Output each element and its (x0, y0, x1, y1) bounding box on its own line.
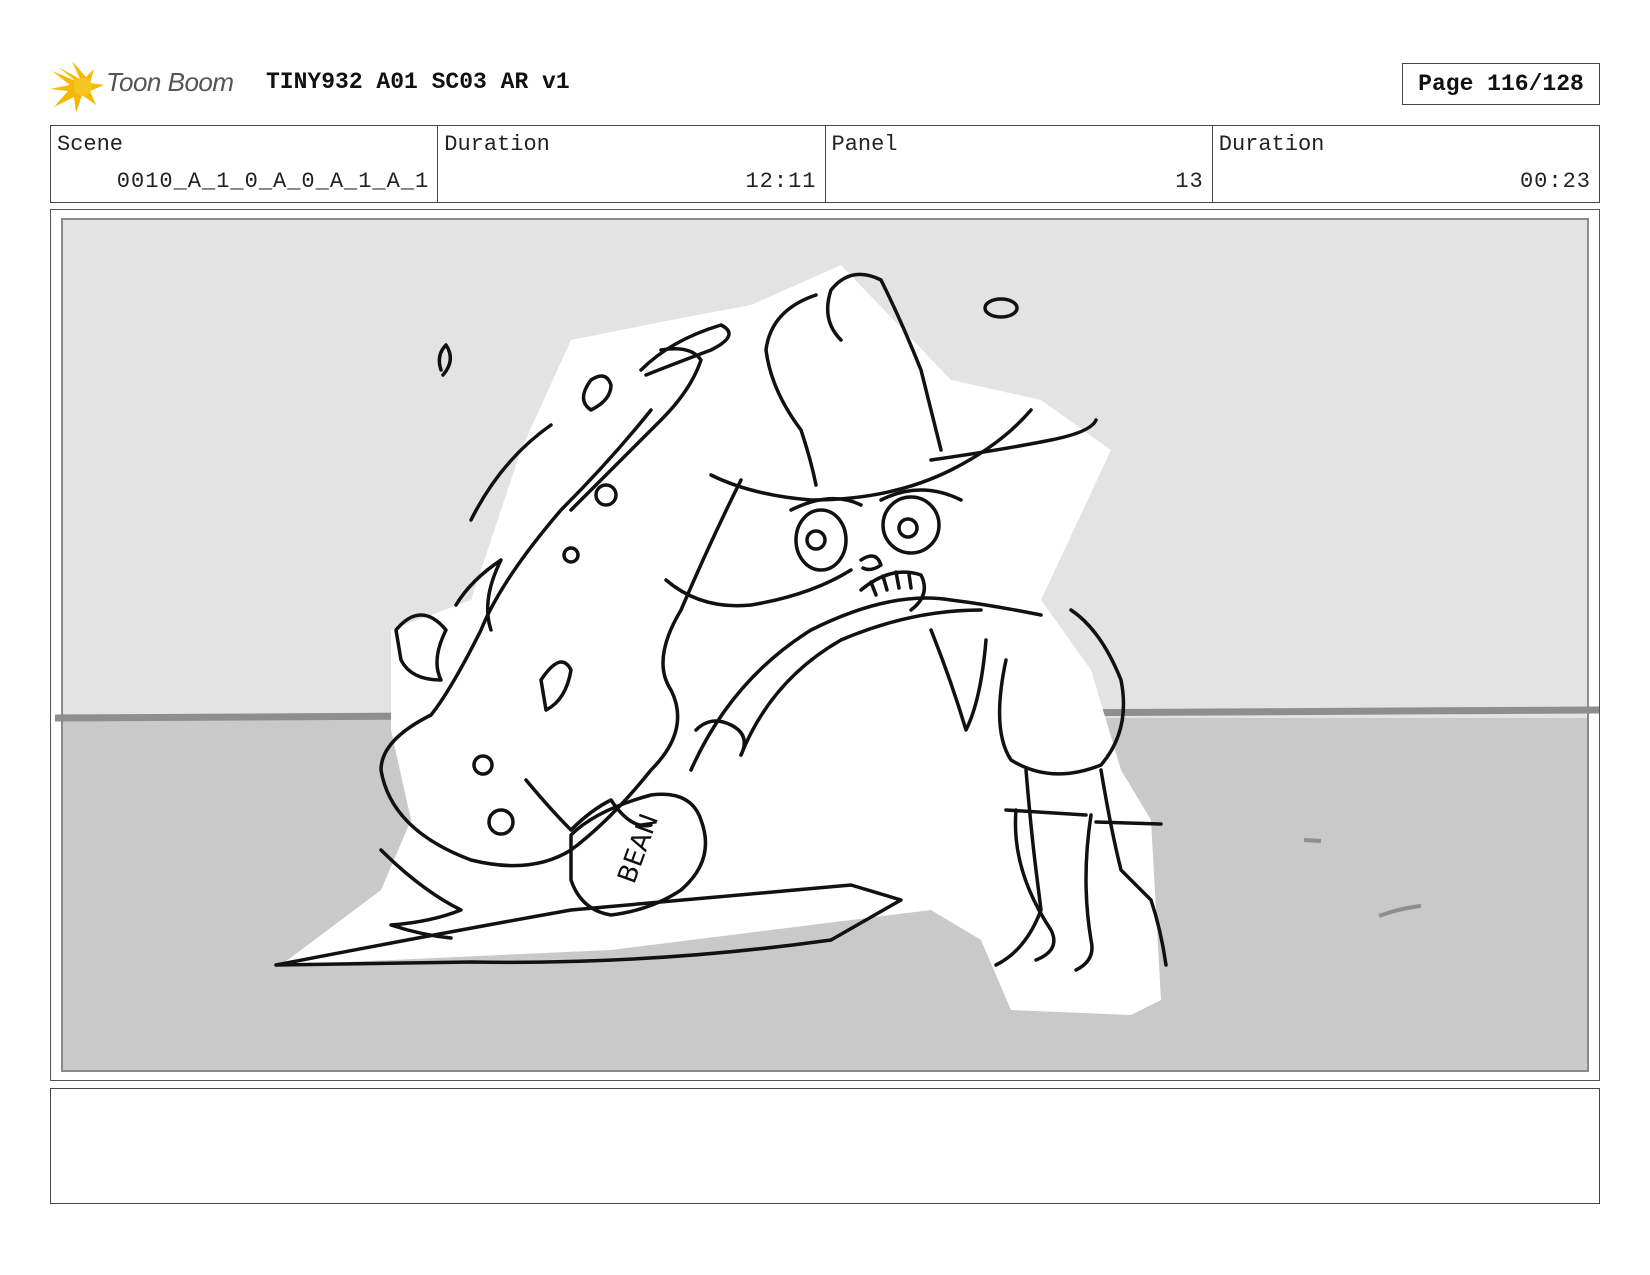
panel-value: 13 (1175, 169, 1204, 194)
panel-duration-cell: Duration 00:23 (1213, 126, 1599, 202)
panel-cell: Panel 13 (826, 126, 1213, 202)
boot-strap (1094, 820, 1163, 826)
panel-duration-label: Duration (1218, 132, 1325, 157)
panel-notes-box (50, 1088, 1600, 1204)
storyboard-panel: BEAN (50, 209, 1600, 1081)
scene-cell: Scene 0010_A_1_0_A_0_A_1_A_1 (51, 126, 439, 202)
panel-drawing: BEAN (54, 218, 1599, 1072)
scene-info-table: Scene 0010_A_1_0_A_0_A_1_A_1 Duration 12… (50, 125, 1600, 203)
floor-mark (1303, 838, 1322, 843)
duration-value: 12:11 (745, 169, 817, 194)
page-header: Toon Boom TINY932 A01 SC03 AR v1 Page 11… (50, 55, 1600, 115)
toon-boom-logo-icon (50, 61, 104, 113)
toon-boom-logo: Toon Boom (50, 55, 250, 115)
scene-value: 0010_A_1_0_A_0_A_1_A_1 (116, 169, 430, 194)
duration-label: Duration (444, 132, 550, 157)
document-title: TINY932 A01 SC03 AR v1 (266, 69, 570, 95)
logo-text: Toon Boom (106, 67, 234, 97)
panel-duration-value: 00:23 (1519, 169, 1591, 194)
scene-label: Scene (57, 132, 124, 157)
page-number: Page 116/128 (1402, 63, 1600, 105)
duration-cell: Duration 12:11 (438, 126, 826, 202)
panel-label: Panel (831, 132, 898, 157)
